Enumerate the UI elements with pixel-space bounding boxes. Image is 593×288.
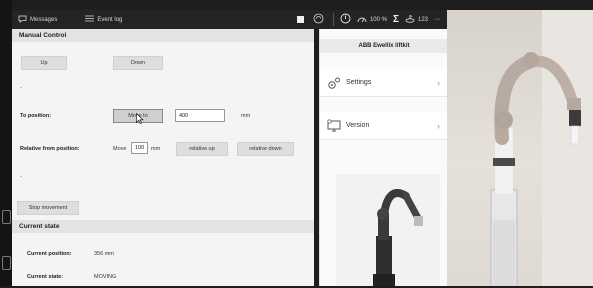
chevron-right-icon: › [437,120,440,131]
flexpendant-window: Messages Event log 100 % Σ 123 ··· Manua… [12,10,593,286]
down-button[interactable]: Down [113,56,163,70]
target-position-input[interactable]: 400 [175,109,225,122]
stop-square-icon[interactable] [296,16,304,23]
edge-marker [2,256,11,270]
settings-menu-item[interactable]: Settings › [320,69,448,97]
left-edge-strip [0,0,12,286]
current-position-value: 356 mm [94,251,114,257]
speed-value: 100 % [369,16,387,23]
gears-icon [328,77,340,89]
relative-up-button[interactable]: relative up [176,142,228,156]
relative-unit: mm [151,146,161,152]
current-state-section: Current state [12,220,314,233]
chevron-right-icon: › [437,77,440,88]
robot-icon [405,14,415,25]
sync-icon[interactable] [313,13,324,26]
current-state-value: MOVING [94,274,117,280]
monitor-info-icon [327,118,341,131]
more-menu-icon[interactable]: ··· [434,16,441,23]
eventlog-label: Event log [97,16,123,23]
liftkit-render-image [336,174,440,286]
manual-control-header: Manual Control [12,29,314,42]
chat-bubble-icon [18,15,27,25]
version-menu-item[interactable]: Version › [320,112,448,140]
current-state-label: Current state: [27,274,64,280]
relative-down-button[interactable]: relative down [237,142,294,156]
task-indicator[interactable]: 123 [405,14,428,25]
status-dash: - [20,174,22,180]
up-button[interactable]: Up [21,56,67,70]
status-dash: - [20,85,22,91]
top-bar: Messages Event log 100 % Σ 123 ··· [12,10,447,29]
settings-label: Settings [346,79,372,86]
edge-marker [2,210,11,224]
speedometer-icon [357,15,367,25]
task-count: 123 [417,16,428,23]
relative-distance-input[interactable]: 100 [131,142,148,154]
topbar-divider [332,13,334,26]
version-label: Version [346,122,370,129]
eventlog-tab[interactable]: Event log [85,15,122,24]
power-icon[interactable] [340,13,351,26]
current-state-header: Current state [12,220,314,233]
manual-control-panel: Manual Control Up Down - To position: Mo… [12,29,314,286]
move-word: Move [113,146,127,152]
liftkit-app-panel: ABB Ewellix liftkit Settings › Version › [319,29,448,286]
current-position-label: Current position: [27,251,72,257]
messages-tab[interactable]: Messages [18,15,57,25]
target-unit: mm [241,113,251,119]
robot-camera-photo [447,10,593,286]
list-icon [85,15,95,24]
to-position-label: To position: [20,113,52,119]
speed-indicator[interactable]: 100 % [357,15,387,25]
mouse-cursor-icon [136,113,144,124]
relative-label: Relative from position: [20,146,80,152]
stop-movement-button[interactable]: Stop movement [17,201,79,215]
app-title: ABB Ewellix liftkit [320,39,448,53]
messages-label: Messages [30,16,58,23]
sigma-icon[interactable]: Σ [393,14,399,25]
